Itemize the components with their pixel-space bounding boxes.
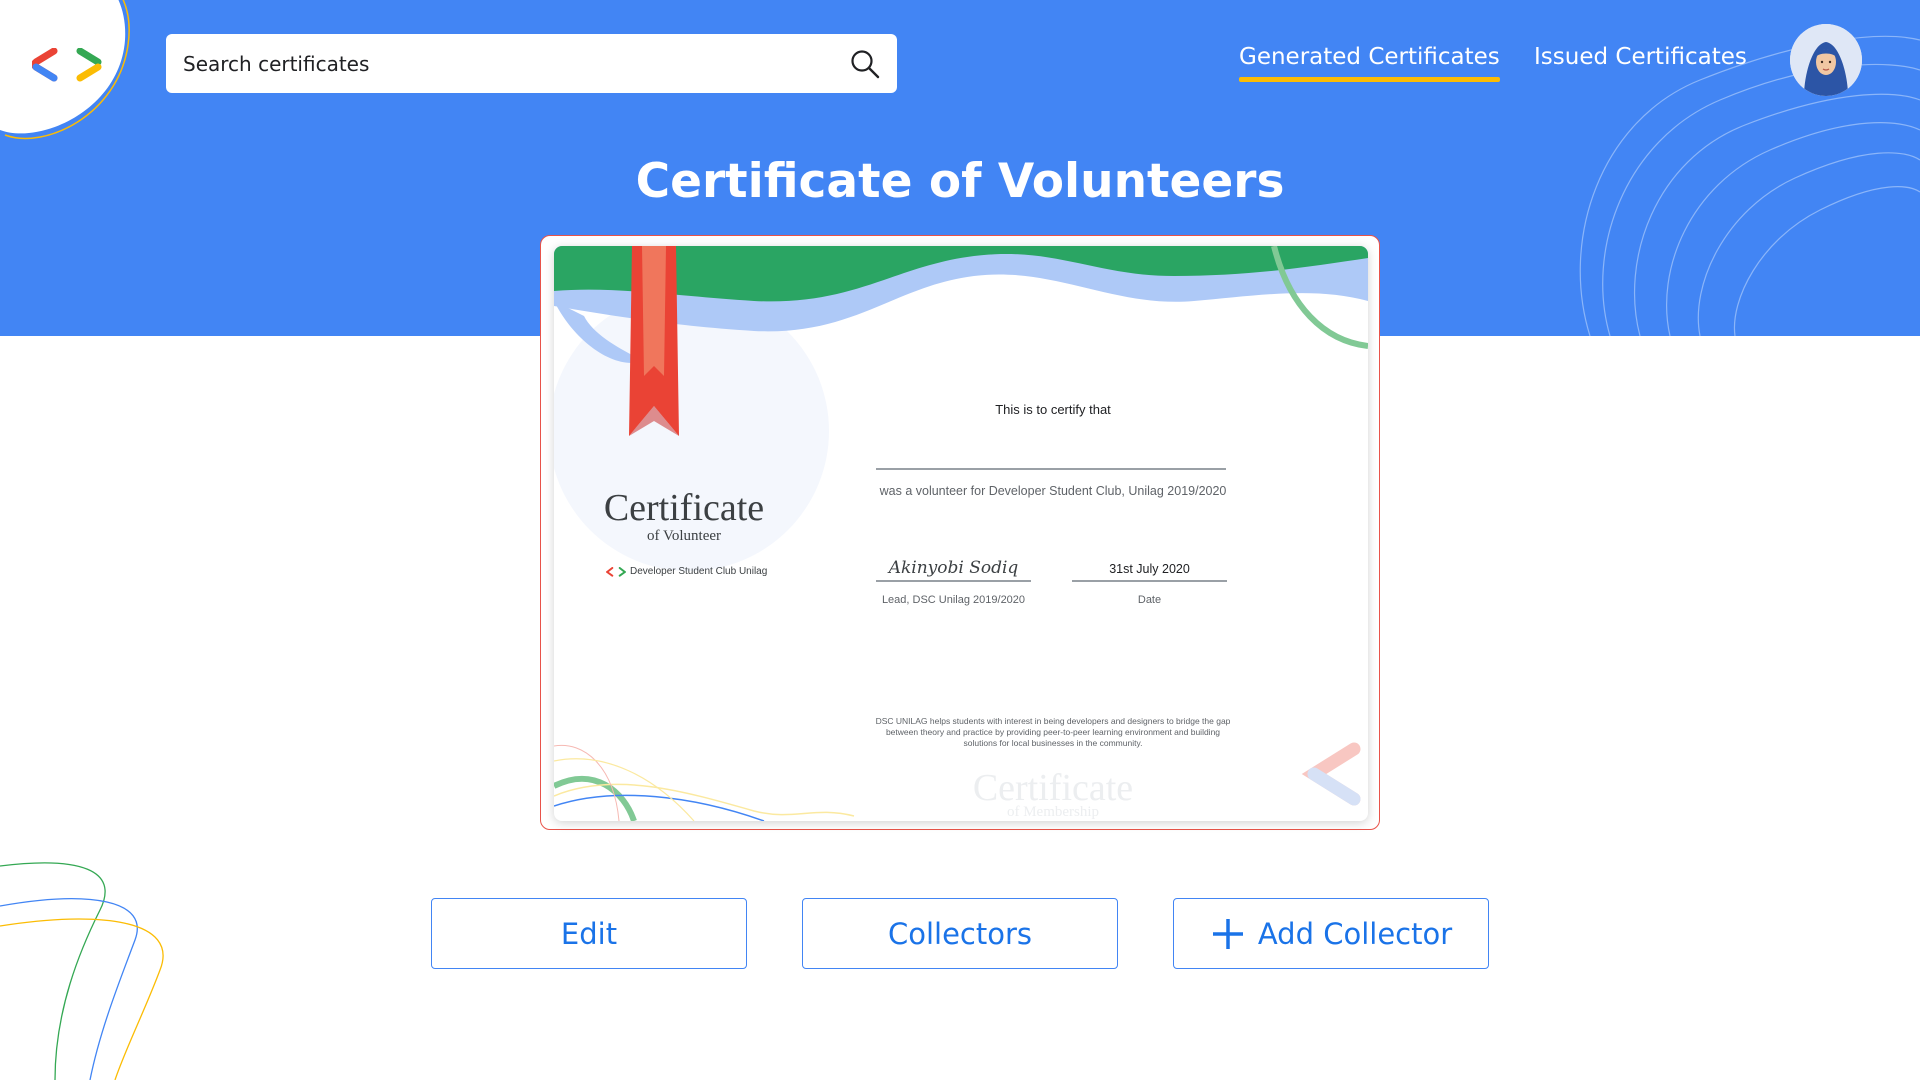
page: Generated Certificates Issued Certificat…	[0, 0, 1920, 1080]
dsc-mini-logo-icon	[606, 566, 626, 577]
signature-line	[876, 580, 1031, 582]
about-text: DSC UNILAG helps students with interest …	[875, 716, 1231, 748]
certificate-preview-frame[interactable]: Certificate of Volunteer Developer Stude…	[540, 235, 1380, 830]
search-icon[interactable]	[849, 48, 881, 80]
page-title: Certificate of Volunteers	[635, 154, 1285, 209]
nav-issued-certificates[interactable]: Issued Certificates	[1534, 44, 1747, 70]
add-collector-button-label: Add Collector	[1257, 916, 1453, 951]
club-name-label: Developer Student Club Unilag	[630, 566, 768, 577]
plus-icon	[1212, 918, 1243, 949]
signature: Akinyobi Sodiq	[888, 558, 1019, 578]
certificate-preview: Certificate of Volunteer Developer Stude…	[554, 246, 1368, 821]
club-name: Developer Student Club Unilag	[606, 566, 767, 577]
collectors-button-label: Collectors	[887, 916, 1033, 951]
nav-generated-label: Generated Certificates	[1239, 44, 1500, 70]
dsc-logo-icon[interactable]	[32, 48, 102, 82]
nav-generated-certificates[interactable]: Generated Certificates	[1239, 44, 1500, 82]
avatar[interactable]	[1790, 24, 1862, 96]
watermark-subheading: of Membership	[1006, 804, 1100, 820]
collectors-button[interactable]: Collectors	[802, 898, 1118, 969]
certificate-subheading: of Volunteer	[646, 528, 722, 544]
add-collector-button[interactable]: Add Collector	[1173, 898, 1489, 969]
edit-button[interactable]: Edit	[431, 898, 747, 969]
edit-button-label: Edit	[560, 916, 618, 951]
date-line	[1072, 580, 1227, 582]
search-input[interactable]	[183, 34, 823, 93]
nav-issued-label: Issued Certificates	[1534, 44, 1747, 70]
certificate-heading: Certificate	[603, 487, 765, 529]
decorative-lines	[0, 862, 164, 1080]
signature-title: Lead, DSC Unilag 2019/2020	[881, 594, 1026, 606]
date-value: 31st July 2020	[1109, 562, 1190, 576]
user-avatar-icon	[1790, 24, 1862, 96]
certify-text: This is to certify that	[995, 402, 1111, 417]
date-label: Date	[1137, 594, 1162, 606]
search-box	[166, 34, 897, 93]
volunteer-text: was a volunteer for Developer Student Cl…	[879, 484, 1227, 498]
recipient-name-line	[876, 468, 1226, 470]
active-tab-underline	[1239, 77, 1500, 82]
ribbon-icon	[629, 246, 679, 436]
